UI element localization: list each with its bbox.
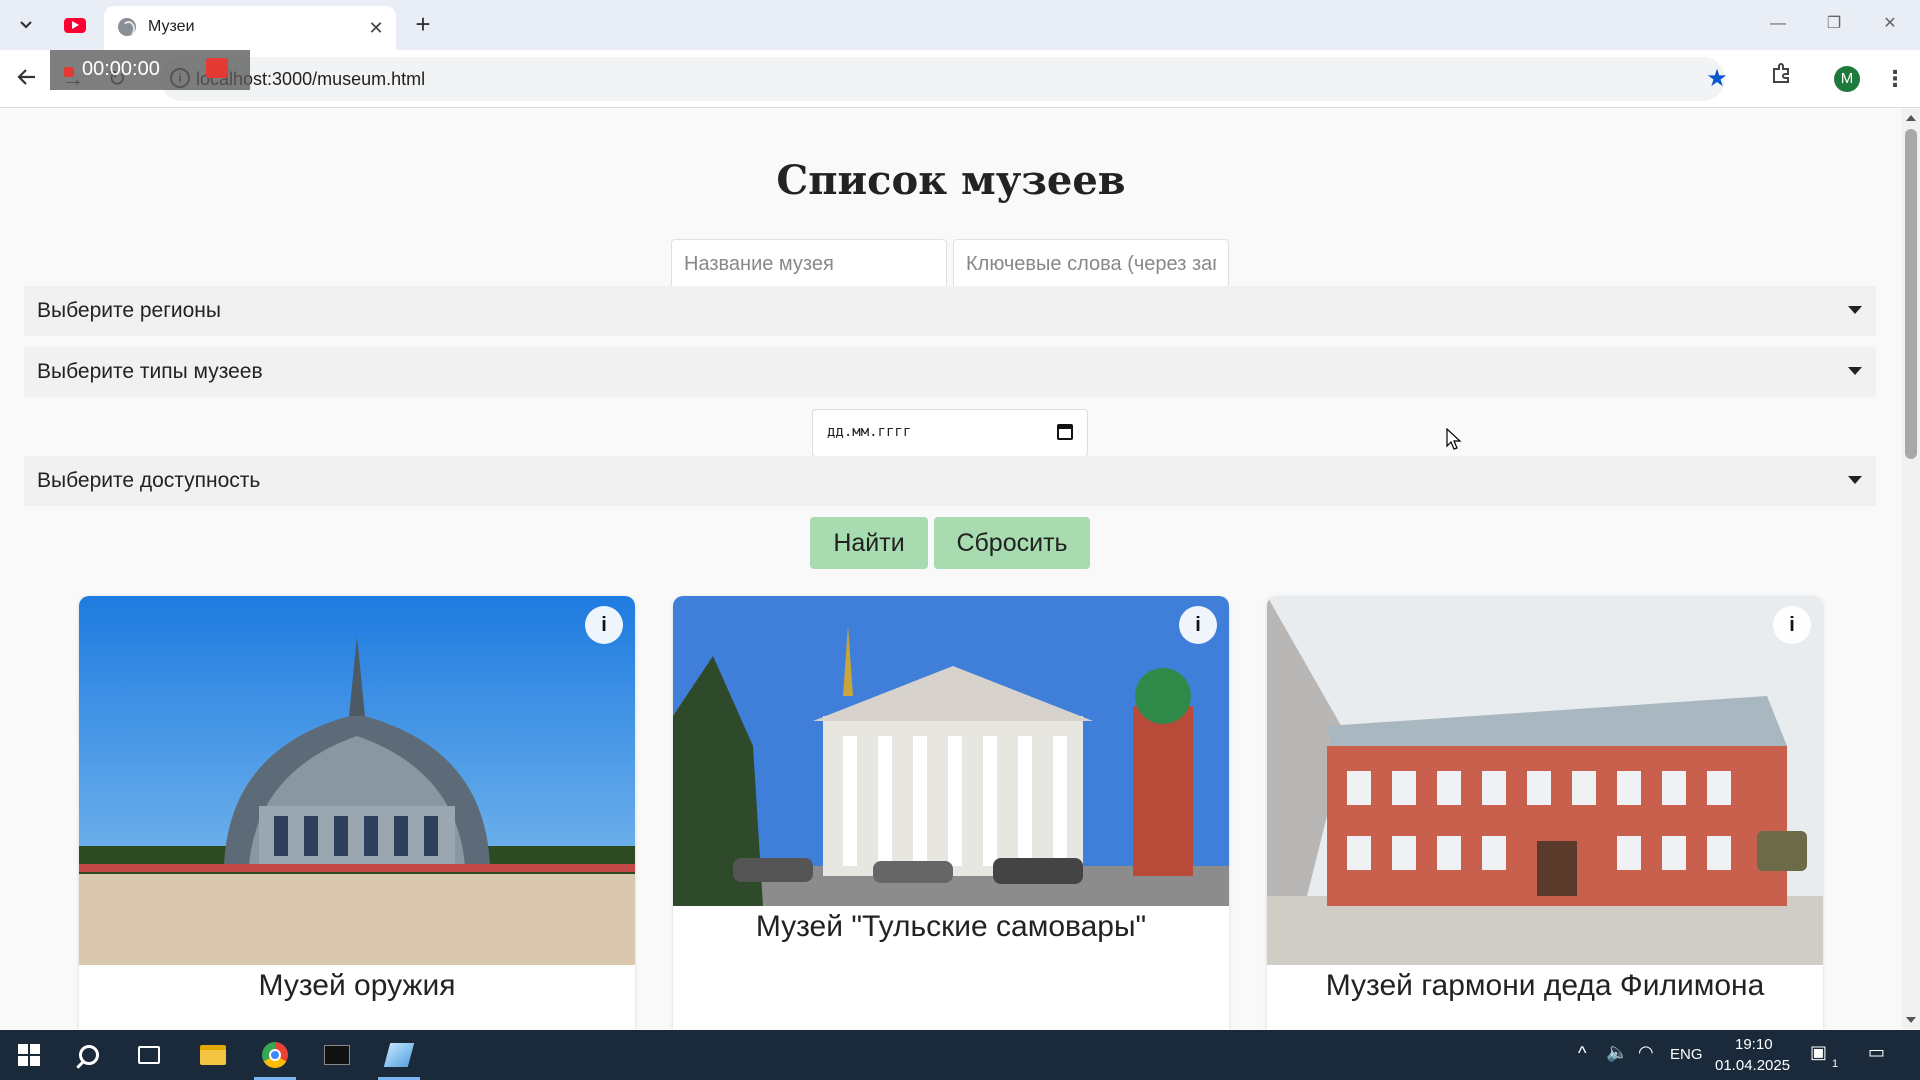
minimize-button[interactable]: —: [1758, 8, 1798, 40]
search-icon: [79, 1045, 99, 1065]
terminal-icon: [324, 1045, 350, 1065]
task-view-icon: [138, 1046, 160, 1064]
date-placeholder: дд.мм.гггг: [827, 424, 912, 440]
tray-chevron-up-icon[interactable]: ^: [1578, 1043, 1586, 1064]
types-select-label: Выберите типы музеев: [37, 360, 263, 383]
clock-time[interactable]: 19:10: [1735, 1036, 1773, 1053]
browser-tab-bar: Музеи ✕ + — ❐ ✕: [0, 0, 1920, 50]
start-button[interactable]: [0, 1030, 58, 1080]
new-tab-button[interactable]: +: [408, 10, 438, 40]
caret-down-icon: [1848, 367, 1862, 375]
info-button[interactable]: i: [1773, 606, 1811, 644]
tab-museums[interactable]: Музеи ✕: [104, 6, 396, 50]
museum-photo: [1267, 596, 1823, 965]
close-window-button[interactable]: ✕: [1870, 8, 1910, 40]
stop-recording-button[interactable]: [206, 58, 228, 78]
browser-menu-button[interactable]: ⋮: [1880, 62, 1910, 96]
task-view-button[interactable]: [120, 1030, 178, 1080]
date-input[interactable]: дд.мм.гггг: [812, 409, 1088, 457]
extensions-icon[interactable]: [1764, 62, 1798, 96]
file-explorer-button[interactable]: [184, 1030, 242, 1080]
museum-photo: [79, 596, 635, 965]
app-taskbar-button[interactable]: [370, 1030, 428, 1080]
page-viewport: Список музеев Выберите регионы Выберите …: [0, 109, 1902, 1029]
wifi-icon[interactable]: ◠: [1638, 1042, 1654, 1063]
page-scrollbar[interactable]: [1902, 109, 1920, 1029]
page-title: Список музеев: [776, 157, 1126, 204]
recording-timer: 00:00:00: [82, 58, 160, 80]
scroll-up-arrow-icon[interactable]: [1906, 115, 1916, 121]
windows-taskbar: ^ 🔈 ◠ ENG 19:10 01.04.2025 ▣ 1 ▭: [0, 1030, 1920, 1080]
clock-date[interactable]: 01.04.2025: [1715, 1057, 1790, 1074]
caret-down-icon: [1848, 476, 1862, 484]
accessibility-select-label: Выберите доступность: [37, 469, 261, 492]
museum-name: Музей гармони деда Филимона: [1325, 969, 1765, 1002]
museum-card[interactable]: i Музей оружия: [79, 596, 635, 1029]
pinned-tab-youtube[interactable]: [60, 12, 90, 38]
terminal-taskbar-button[interactable]: [308, 1030, 366, 1080]
globe-icon: [118, 18, 136, 37]
action-center-icon[interactable]: ▭: [1868, 1042, 1885, 1063]
info-button[interactable]: i: [585, 606, 623, 644]
app-icon: [383, 1043, 415, 1067]
bookmark-star-icon[interactable]: ★: [1700, 62, 1734, 96]
notifications-icon[interactable]: ▣: [1810, 1042, 1827, 1063]
notification-count: 1: [1832, 1058, 1839, 1070]
tab-title: Музеи: [148, 18, 195, 35]
record-indicator-icon: [64, 67, 74, 77]
museum-card[interactable]: i Музей "Тульские самовары": [673, 596, 1229, 1029]
language-indicator[interactable]: ENG: [1670, 1046, 1703, 1063]
regions-select[interactable]: Выберите регионы: [24, 286, 1876, 336]
restore-button[interactable]: ❐: [1814, 8, 1854, 40]
museum-photo: [673, 596, 1229, 906]
reset-button[interactable]: Сбросить: [934, 517, 1090, 569]
profile-avatar[interactable]: M: [1834, 66, 1860, 92]
info-button[interactable]: i: [1179, 606, 1217, 644]
browser-toolbar: → ↻ i localhost:3000/museum.html ★ M ⋮: [0, 50, 1920, 108]
regions-select-label: Выберите регионы: [37, 299, 221, 322]
scroll-thumb[interactable]: [1905, 129, 1917, 459]
search-button[interactable]: Найти: [810, 517, 928, 569]
calendar-icon[interactable]: [1057, 424, 1073, 440]
puzzle-icon: [1773, 63, 1789, 83]
screen-recorder-overlay: 00:00:00: [50, 50, 250, 90]
museum-name: Музей "Тульские самовары": [755, 910, 1147, 943]
chevron-down-icon: [20, 21, 32, 29]
volume-icon[interactable]: 🔈: [1606, 1042, 1628, 1063]
youtube-icon: [64, 17, 86, 33]
caret-down-icon: [1848, 306, 1862, 314]
folder-icon: [200, 1045, 226, 1065]
museum-types-select[interactable]: Выберите типы музеев: [24, 347, 1876, 397]
arrow-left-icon: [17, 69, 35, 85]
address-bar[interactable]: i localhost:3000/museum.html: [160, 57, 1725, 101]
windows-logo-icon: [18, 1044, 40, 1066]
chrome-icon: [262, 1042, 288, 1068]
museum-card[interactable]: i Музей гармони деда Филимона: [1267, 596, 1823, 1029]
close-tab-button[interactable]: ✕: [364, 16, 388, 40]
chrome-taskbar-button[interactable]: [246, 1030, 304, 1080]
museum-name: Музей оружия: [258, 969, 456, 1002]
accessibility-select[interactable]: Выберите доступность: [24, 456, 1876, 506]
scroll-down-arrow-icon[interactable]: [1906, 1017, 1916, 1023]
back-button[interactable]: [10, 62, 44, 96]
keywords-input[interactable]: [953, 239, 1229, 289]
museum-name-input[interactable]: [671, 239, 947, 289]
mouse-cursor-icon: [1446, 428, 1462, 450]
tab-search-button[interactable]: [12, 12, 40, 38]
taskbar-search-button[interactable]: [60, 1030, 118, 1080]
